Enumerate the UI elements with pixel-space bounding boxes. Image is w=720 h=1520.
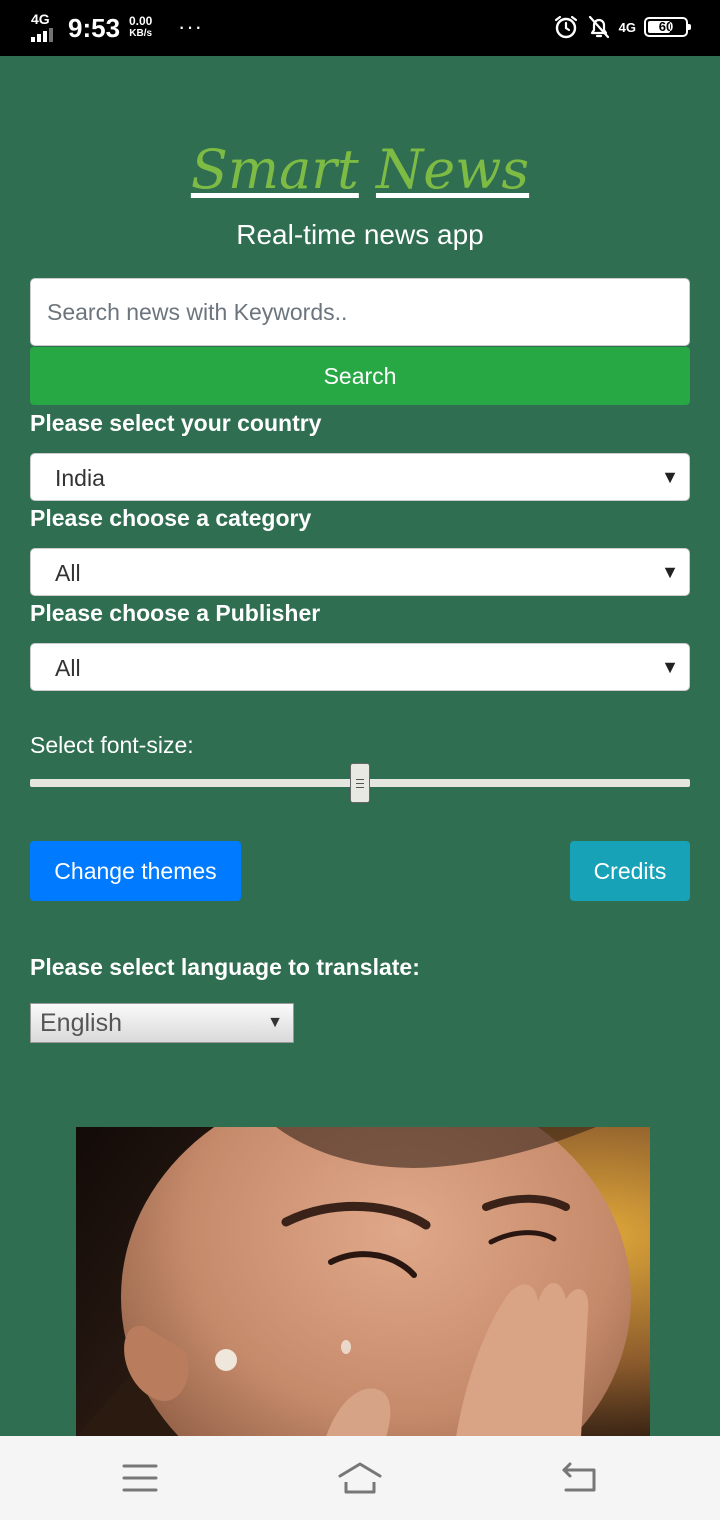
app-logo: Smart News	[0, 138, 720, 202]
category-select-value: All	[55, 560, 81, 586]
country-select-value: India	[55, 465, 105, 491]
category-label: Please choose a category	[30, 505, 312, 531]
battery-level: 60	[658, 19, 674, 34]
alarm-icon	[554, 15, 577, 39]
brand-word-1: Smart	[190, 138, 359, 201]
network-type: 4G	[31, 11, 50, 27]
chevron-down-icon: ▼	[661, 467, 679, 487]
tagline: Real-time news app	[236, 219, 484, 250]
brand-word-2: News	[375, 138, 530, 201]
search-button[interactable]: Search	[30, 347, 690, 405]
back-icon[interactable]	[556, 1454, 604, 1502]
clock-time: 9:53	[68, 13, 121, 43]
publisher-select[interactable]: All ▼	[30, 643, 690, 691]
chevron-down-icon: ▼	[661, 562, 679, 582]
chevron-down-icon: ▼	[267, 1014, 283, 1031]
font-size-label: Select font-size:	[30, 732, 194, 758]
publisher-select-value: All	[55, 655, 81, 681]
signal-icon	[31, 28, 53, 42]
search-input[interactable]	[30, 278, 690, 346]
credits-button[interactable]: Credits	[570, 841, 690, 901]
more-dots-icon: ···	[178, 14, 203, 39]
network-type-right: 4G	[618, 19, 636, 35]
home-icon[interactable]	[336, 1454, 384, 1502]
country-label: Please select your country	[30, 410, 322, 436]
network-speed: 0.00 KB/s	[129, 15, 152, 40]
battery-icon: 60	[644, 17, 691, 37]
status-icons: 4G 60	[553, 14, 691, 40]
notifications-off-icon	[588, 15, 609, 39]
publisher-label: Please choose a Publisher	[30, 600, 321, 626]
language-select-value: English	[40, 1009, 122, 1037]
country-select[interactable]: India ▼	[30, 453, 690, 501]
menu-icon[interactable]	[116, 1454, 164, 1502]
chevron-down-icon: ▼	[661, 657, 679, 677]
change-themes-button[interactable]: Change themes	[30, 841, 241, 901]
category-select[interactable]: All ▼	[30, 548, 690, 596]
status-bar: 4G 9:53 0.00 KB/s ··· 4G 60	[0, 0, 720, 56]
network-speed-unit: KB/s	[129, 28, 153, 39]
font-size-slider-handle[interactable]	[350, 763, 370, 803]
language-select[interactable]: English ▼	[30, 1003, 294, 1043]
network-speed-value: 0.00	[129, 14, 153, 28]
news-article-image[interactable]	[76, 1127, 650, 1437]
translate-language-label: Please select language to translate:	[30, 954, 420, 980]
system-navigation-bar	[0, 1436, 720, 1520]
